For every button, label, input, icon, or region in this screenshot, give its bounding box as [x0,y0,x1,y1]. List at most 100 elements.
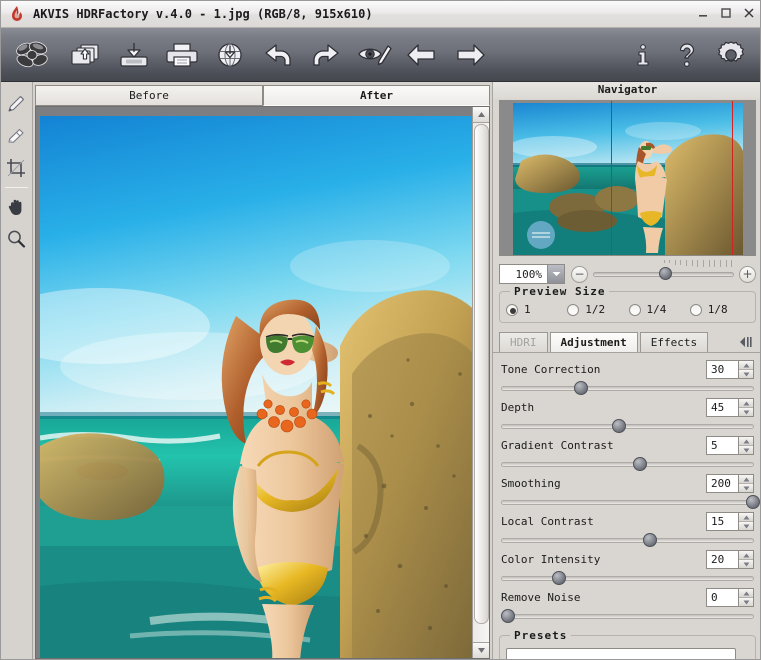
forward-arrow-icon[interactable] [447,33,493,77]
gradient-contrast-spinner[interactable]: 5 [706,436,754,455]
close-icon[interactable] [742,6,756,20]
preferences-gear-icon[interactable] [710,33,752,77]
tab-before[interactable]: Before [35,85,263,106]
tool-rail-divider [5,187,28,188]
spinner-up-icon[interactable] [739,399,753,408]
slider-track-wrap[interactable] [501,533,754,547]
tab-adjustment[interactable]: Adjustment [549,332,638,352]
hand-tool[interactable] [1,191,31,223]
adjustment-sliders: Tone Correction 30 Depth 45 Gradient Con… [493,353,760,623]
presets-combobox[interactable] [506,648,736,659]
slider-thumb[interactable] [746,495,760,509]
info-icon[interactable] [622,33,664,77]
presets-group: Presets [499,629,756,659]
color-intensity-spinner[interactable]: 20 [706,550,754,569]
preview-size-option-1[interactable]: 1 [506,303,567,316]
edited-photo[interactable] [40,116,472,658]
help-icon[interactable] [666,33,708,77]
slider-track [501,576,754,581]
crop-tool[interactable] [1,152,31,184]
spinner-up-icon[interactable] [739,551,753,560]
spinner-down-icon[interactable] [739,408,753,416]
slider-track-wrap[interactable] [501,419,754,433]
tone-correction-spinner[interactable]: 30 [706,360,754,379]
spinner-down-icon[interactable] [739,370,753,378]
slider-thumb[interactable] [612,419,627,433]
slider-track-wrap[interactable] [501,495,760,509]
radio-icon[interactable] [567,303,580,316]
slider-track-wrap[interactable] [501,381,754,395]
remove-noise-spinner[interactable]: 0 [706,588,754,607]
undo-icon[interactable] [255,33,301,77]
slider-thumb[interactable] [642,533,657,547]
slider-label: Gradient Contrast [501,439,614,452]
zoom-level-combobox[interactable]: 100% [499,264,565,284]
navigator-title: Navigator [493,82,760,99]
slider-thumb[interactable] [501,609,515,623]
canvas-vertical-scrollbar[interactable] [472,107,489,658]
spinner-down-icon[interactable] [739,484,753,492]
slider-thumb[interactable] [551,571,566,585]
scroll-up-icon[interactable] [473,107,489,123]
preview-size-option-quarter[interactable]: 1/4 [628,303,690,316]
spinner-down-icon[interactable] [739,560,753,568]
print-image-icon[interactable] [159,33,205,77]
preview-size-label: 1/4 [646,303,667,316]
eraser-tool[interactable] [1,120,31,152]
radio-icon[interactable] [506,303,518,316]
slider-track-wrap[interactable] [501,571,754,585]
radio-icon[interactable] [628,303,641,316]
spinner-buttons [738,361,753,378]
main-toolbar [1,28,760,82]
preview-size-option-half[interactable]: 1/2 [567,303,628,316]
preview-size-option-eighth[interactable]: 1/8 [689,303,751,316]
redo-icon[interactable] [303,33,349,77]
slider-track-wrap[interactable] [501,457,754,471]
back-arrow-icon[interactable] [399,33,445,77]
pencil-tool[interactable] [1,88,31,120]
radio-icon[interactable] [689,303,702,316]
slider-row-gradient-contrast: Gradient Contrast 5 [501,435,754,471]
spinner-down-icon[interactable] [739,522,753,530]
run-eye-icon[interactable] [351,33,397,77]
tab-after[interactable]: After [263,85,490,106]
navigator-preview[interactable] [499,100,756,256]
slider-thumb[interactable] [574,381,589,395]
spinner-up-icon[interactable] [739,513,753,522]
local-contrast-spinner[interactable]: 15 [706,512,754,531]
slider-thumb[interactable] [632,457,647,471]
slider-track-wrap[interactable] [501,609,754,623]
scroll-thumb[interactable] [474,124,489,624]
open-image-icon[interactable] [63,33,109,77]
spinner-down-icon[interactable] [739,598,753,606]
spinner-buttons [738,475,753,492]
spinner-up-icon[interactable] [739,437,753,446]
zoom-out-button[interactable]: − [571,265,588,283]
zoom-in-button[interactable]: + [739,265,756,283]
zoom-slider-ticks [593,260,734,267]
zoom-slider-thumb[interactable] [659,267,673,280]
image-frame [35,106,490,659]
zoom-level-value: 100% [515,267,543,281]
download-globe-icon[interactable] [207,33,253,77]
spinner-down-icon[interactable] [739,446,753,454]
scroll-down-icon[interactable] [473,642,489,658]
navigator-viewport-right-edge [732,101,733,255]
zoom-tool[interactable] [1,223,31,255]
spinner-up-icon[interactable] [739,361,753,370]
collapse-panel-icon[interactable] [737,334,755,350]
minimize-icon[interactable] [696,6,710,20]
slider-label: Tone Correction [501,363,601,376]
save-image-icon[interactable] [111,33,157,77]
tab-hdri[interactable]: HDRI [499,332,548,352]
chevron-down-icon[interactable] [547,265,564,283]
spinner-up-icon[interactable] [739,589,753,598]
image-scroll-viewport[interactable] [36,107,472,658]
maximize-icon[interactable] [719,6,733,20]
smoothing-spinner[interactable]: 200 [706,474,754,493]
logo-icon[interactable] [5,33,61,77]
spinner-up-icon[interactable] [739,475,753,484]
tab-effects[interactable]: Effects [639,332,709,352]
zoom-slider[interactable] [593,260,734,284]
depth-spinner[interactable]: 45 [706,398,754,417]
